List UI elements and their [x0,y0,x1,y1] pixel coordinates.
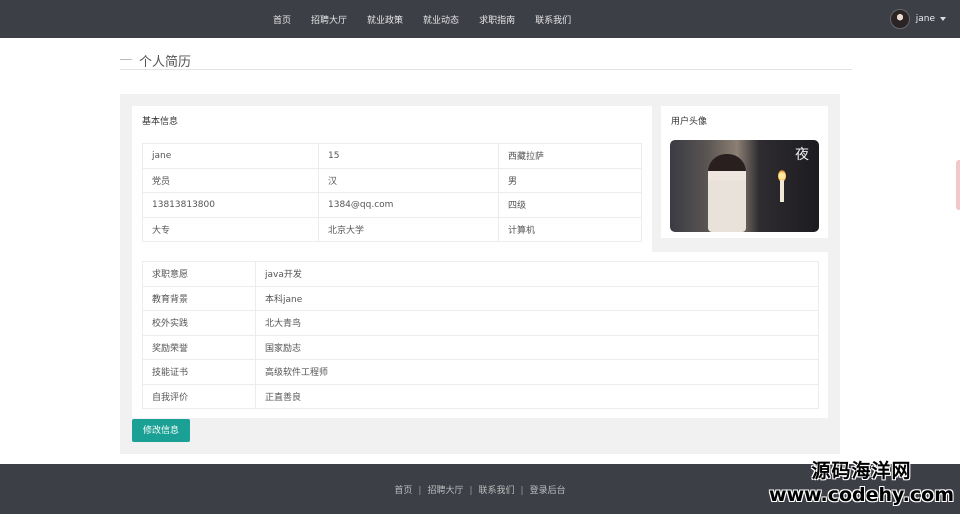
avatar-calligraphy: 夜 [795,147,809,163]
avatar-figure [708,154,746,232]
user-name: jane [915,14,935,24]
table-cell: jane [142,143,319,169]
table-cell-value: 国家励志 [255,334,819,360]
table-row: 校外实践 北大青鸟 [142,310,819,336]
basic-info-title: 基本信息 [142,117,179,127]
watermark-title: 源码海洋网 [811,460,912,482]
table-cell: 大专 [142,216,319,242]
table-row: 奖励荣誉 国家励志 [142,334,819,360]
edit-info-button[interactable]: 修改信息 [132,419,190,442]
table-row: 自我评价 正直善良 [142,383,819,409]
page-title-bar: 个人简历 [120,50,852,70]
table-cell-value: 高级软件工程师 [255,359,819,385]
page-title: 个人简历 [139,55,192,70]
footer-separator: | [469,486,473,496]
table-cell: 计算机 [498,216,642,242]
nav-link-job-guide[interactable]: 求职指南 [479,13,515,26]
table-cell-label: 教育背景 [142,285,256,311]
user-avatar [889,9,910,29]
table-cell: 1384@qq.com [318,192,499,218]
footer-link-recruitment-hall[interactable]: 招聘大厅 [427,486,463,496]
nav-links: 首页 招聘大厅 就业政策 就业动态 求职指南 联系我们 [273,0,591,38]
table-cell-label: 技能证书 [142,359,256,385]
table-cell-label: 校外实践 [142,310,256,336]
table-cell: 男 [498,167,642,193]
table-cell-value: 本科jane [255,285,819,311]
table-cell-value: 北大青鸟 [255,310,819,336]
table-row: 大专 北京大学 计算机 [142,216,642,242]
user-avatar-image: 夜 [670,140,819,232]
table-row: jane 15 西藏拉萨 [142,143,642,169]
footer-link-admin-login[interactable]: 登录后台 [530,486,566,496]
nav-link-recruitment-hall[interactable]: 招聘大厅 [311,13,347,26]
table-cell: 13813813800 [142,192,319,218]
caret-down-icon [940,17,946,21]
footer-separator: | [520,486,524,496]
nav-link-employment-policy[interactable]: 就业政策 [367,13,403,26]
top-navbar: 首页 招聘大厅 就业政策 就业动态 求职指南 联系我们 jane [0,0,960,38]
table-row: 教育背景 本科jane [142,285,819,311]
table-cell-label: 奖励荣誉 [142,334,256,360]
nav-link-home[interactable]: 首页 [273,13,291,26]
table-cell: 汉 [318,167,499,193]
watermark-url: www.codehy.com [769,484,954,506]
table-row: 技能证书 高级软件工程师 [142,359,819,385]
watermark: 源码海洋网 www.codehy.com [769,459,954,507]
avatar-title: 用户头像 [671,117,708,127]
detail-info-table: 求职意愿 java开发 教育背景 本科jane 校外实践 北大青鸟 奖励荣誉 国… [142,261,819,409]
nav-link-contact-us[interactable]: 联系我们 [535,13,571,26]
user-menu[interactable]: jane [889,8,946,30]
candle [780,180,784,202]
table-cell: 北京大学 [318,216,499,242]
table-cell: 15 [318,143,499,169]
basic-info-table: jane 15 西藏拉萨 党员 汉 男 13813813800 1384@qq.… [142,143,642,242]
title-dash [120,59,132,60]
table-row: 求职意愿 java开发 [142,261,819,287]
footer-link-contact-us[interactable]: 联系我们 [479,486,515,496]
table-cell-value: java开发 [255,261,819,287]
footer-separator: | [418,486,422,496]
table-cell-value: 正直善良 [255,383,819,409]
table-row: 党员 汉 男 [142,167,642,193]
table-cell: 四级 [498,192,642,218]
footer-link-home[interactable]: 首页 [394,486,412,496]
table-cell: 党员 [142,167,319,193]
table-cell: 西藏拉萨 [498,143,642,169]
nav-link-employment-news[interactable]: 就业动态 [423,13,459,26]
table-cell-label: 求职意愿 [142,261,256,287]
side-tab[interactable] [956,160,960,210]
table-row: 13813813800 1384@qq.com 四级 [142,192,642,218]
table-cell-label: 自我评价 [142,383,256,409]
